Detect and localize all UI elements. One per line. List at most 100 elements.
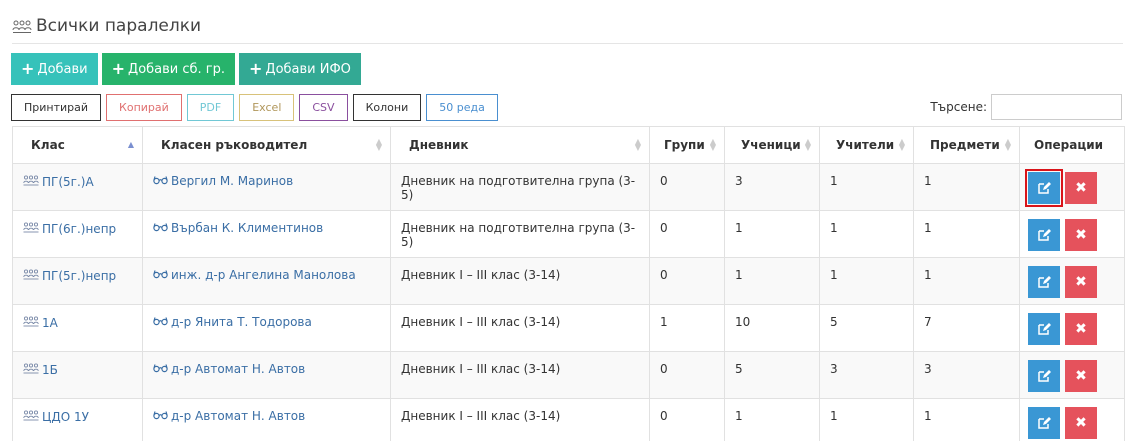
page-title: Всички паралелки [36, 16, 202, 36]
teacher-name: д-р Автомат Н. Автов [171, 409, 306, 423]
excel-button[interactable]: Excel [239, 94, 295, 121]
edit-icon [1037, 369, 1051, 383]
teacher-name: Върбан К. Климентинов [171, 221, 324, 235]
teacher-name: Вергил М. Маринов [171, 174, 294, 188]
close-icon: ✖ [1075, 274, 1087, 290]
cell-students: 1 [724, 398, 820, 441]
close-icon: ✖ [1075, 227, 1087, 243]
class-name: 1А [42, 315, 58, 330]
edit-button[interactable] [1025, 169, 1063, 207]
class-name: ПГ(6г.)непр [42, 221, 117, 236]
csv-button[interactable]: CSV [299, 94, 348, 121]
col-header-klas[interactable]: Клас ▲ [12, 126, 143, 164]
cell-groups: 0 [649, 257, 725, 305]
add-ifo-button[interactable]: + Добави ИФО [239, 53, 361, 85]
group-icon [23, 315, 39, 330]
cell-operations: ✖ [1019, 304, 1125, 352]
teacher-link[interactable]: Върбан К. Климентинов [153, 221, 380, 235]
cell-teacher: д-р Янита Т. Тодорова [142, 304, 391, 352]
glasses-icon [153, 268, 168, 282]
cell-students: 1 [724, 210, 820, 258]
delete-button[interactable]: ✖ [1065, 360, 1097, 392]
cell-klas: 1А [12, 304, 143, 352]
cell-operations: ✖ [1019, 210, 1125, 258]
table-header-row: Клас ▲ Класен ръководител ▲ ▼ Дневник ▲ ▼ Гру… [12, 126, 1125, 164]
cell-teachers: 1 [819, 398, 914, 441]
plus-icon: + [21, 59, 35, 78]
cell-klas: ЦДО 1У [12, 398, 143, 441]
col-header-students[interactable]: Ученици ▲ ▼ [724, 126, 820, 164]
glasses-icon [153, 409, 168, 423]
teacher-link[interactable]: д-р Автомат Н. Автов [153, 362, 380, 376]
class-name: ЦДО 1У [42, 409, 89, 424]
teacher-link[interactable]: д-р Автомат Н. Автов [153, 409, 380, 423]
cell-groups: 0 [649, 210, 725, 258]
sort-icon: ▲ ▼ [634, 137, 641, 152]
col-header-teachers[interactable]: Учители ▲ ▼ [819, 126, 914, 164]
cell-teacher: инж. д-р Ангелина Манолова [142, 257, 391, 305]
edit-icon [1037, 275, 1051, 289]
group-icon [23, 268, 39, 283]
cell-groups: 0 [649, 163, 725, 211]
cell-teacher: д-р Автомат Н. Автов [142, 351, 391, 399]
close-icon: ✖ [1075, 321, 1087, 337]
copy-button[interactable]: Копирай [106, 94, 182, 121]
edit-icon [1037, 416, 1051, 430]
close-icon: ✖ [1075, 415, 1087, 431]
cell-teachers: 1 [819, 163, 914, 211]
page-length-button[interactable]: 50 реда [426, 94, 498, 121]
sort-icon: ▲ ▼ [804, 137, 811, 152]
cell-subjects: 1 [913, 257, 1020, 305]
edit-button[interactable] [1028, 219, 1060, 251]
teacher-name: д-р Автомат Н. Автов [171, 362, 306, 376]
teacher-link[interactable]: д-р Янита Т. Тодорова [153, 315, 380, 329]
edit-button[interactable] [1028, 360, 1060, 392]
cell-diary: Дневник I – III клас (3-14) [390, 398, 650, 441]
add-button[interactable]: + Добави [11, 53, 98, 85]
cell-teachers: 1 [819, 210, 914, 258]
class-link[interactable]: ЦДО 1У [23, 409, 132, 424]
cell-students: 5 [724, 351, 820, 399]
cell-operations: ✖ [1019, 257, 1125, 305]
edit-button[interactable] [1028, 313, 1060, 345]
col-header-teacher[interactable]: Класен ръководител ▲ ▼ [142, 126, 391, 164]
class-link[interactable]: 1А [23, 315, 132, 330]
delete-button[interactable]: ✖ [1065, 313, 1097, 345]
pdf-button[interactable]: PDF [186, 94, 235, 121]
cell-subjects: 1 [913, 163, 1020, 211]
class-link[interactable]: ПГ(6г.)непр [23, 221, 132, 236]
cell-subjects: 1 [913, 210, 1020, 258]
plus-icon: + [249, 59, 263, 78]
delete-button[interactable]: ✖ [1065, 266, 1097, 298]
col-header-subjects[interactable]: Предмети ▲ ▼ [913, 126, 1020, 164]
table-row: ПГ(6г.)непр Върбан К. Климентинов Дневник … [12, 210, 1125, 258]
delete-button[interactable]: ✖ [1065, 407, 1097, 439]
col-header-groups[interactable]: Групи ▲ ▼ [649, 126, 725, 164]
edit-icon [1037, 322, 1051, 336]
teacher-link[interactable]: инж. д-р Ангелина Манолова [153, 268, 380, 282]
sort-icon: ▲ ▼ [898, 137, 905, 152]
teacher-link[interactable]: Вергил М. Маринов [153, 174, 380, 188]
cell-klas: ПГ(6г.)непр [12, 210, 143, 258]
col-header-diary[interactable]: Дневник ▲ ▼ [390, 126, 650, 164]
add-group-button[interactable]: + Добави сб. гр. [101, 53, 236, 85]
delete-button[interactable]: ✖ [1065, 219, 1097, 251]
class-link[interactable]: ПГ(5г.)А [23, 174, 132, 189]
edit-button[interactable] [1028, 266, 1060, 298]
export-toolbar: Принтирай Копирай PDF Excel CSV Колони 5… [11, 94, 503, 121]
columns-button[interactable]: Колони [352, 94, 422, 121]
delete-button[interactable]: ✖ [1065, 172, 1097, 204]
class-link[interactable]: ПГ(5г.)непр [23, 268, 132, 283]
class-link[interactable]: 1Б [23, 362, 132, 377]
group-icon [23, 362, 39, 377]
cell-klas: ПГ(5г.)непр [12, 257, 143, 305]
cell-teachers: 5 [819, 304, 914, 352]
close-icon: ✖ [1075, 368, 1087, 384]
search-input[interactable] [991, 94, 1122, 120]
cell-groups: 0 [649, 398, 725, 441]
edit-button[interactable] [1028, 407, 1060, 439]
print-button[interactable]: Принтирай [11, 94, 102, 121]
sort-asc-icon: ▲ [127, 140, 134, 149]
cell-operations: ✖ [1019, 351, 1125, 399]
cell-subjects: 3 [913, 351, 1020, 399]
